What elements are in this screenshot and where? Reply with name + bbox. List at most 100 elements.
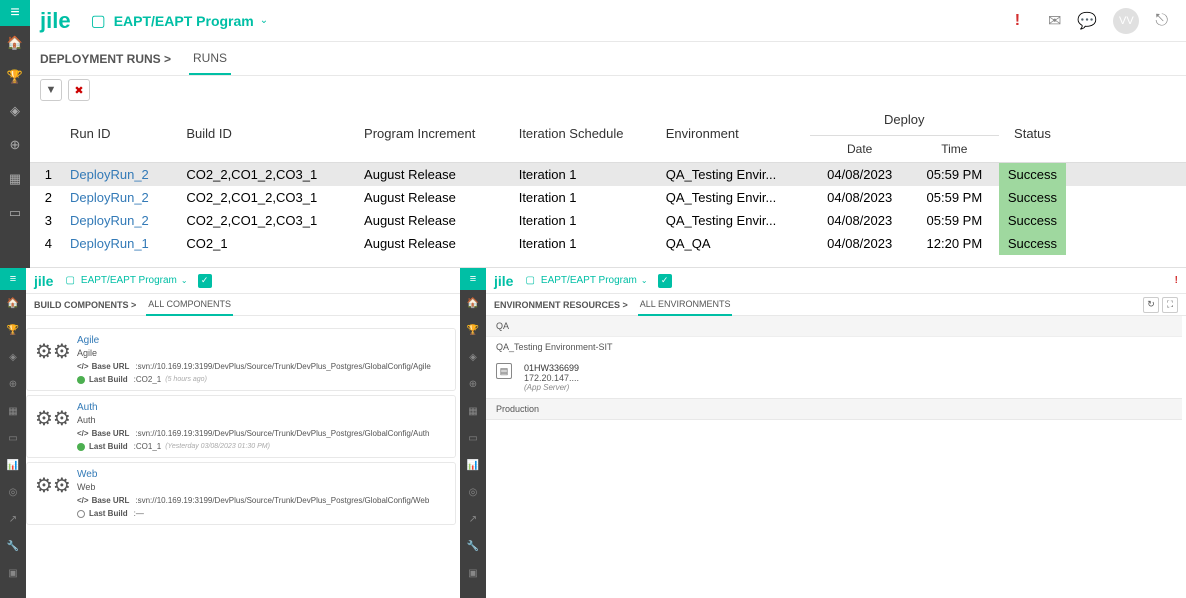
globe-icon[interactable]: ⊕ [460,371,486,398]
resource-type: (App Server) [524,383,1172,392]
board-icon[interactable]: ▢ [525,275,534,286]
calendar-icon[interactable]: ▦ [460,398,486,425]
board-icon[interactable]: ▢ [65,275,74,286]
col-time[interactable]: Time [910,136,999,163]
chart-icon[interactable]: 📊 [460,452,486,479]
run-link[interactable]: DeployRun_2 [60,186,176,209]
device-icon[interactable]: ▭ [0,425,26,452]
folder-icon[interactable]: ▣ [460,560,486,587]
status-ok-icon [77,443,85,451]
chat-icon[interactable]: 💬 [1077,11,1097,31]
component-sub: Web [77,482,447,492]
deployment-runs-grid: Run ID Build ID Program Increment Iterat… [30,104,1186,255]
col-iteration[interactable]: Iteration Schedule [509,104,656,163]
chevron-down-icon[interactable]: ⌄ [181,276,188,285]
refresh-icon[interactable]: ↻ [1143,297,1159,313]
component-name[interactable]: Web [77,469,447,480]
rocket-icon[interactable]: ↗ [460,506,486,533]
hamburger-icon[interactable]: ≡ [0,268,26,290]
table-row[interactable]: 1 DeployRun_2 CO2_2,CO1_2,CO3_1 August R… [30,163,1186,187]
home-icon[interactable]: 🏠 [0,290,26,317]
chevron-down-icon[interactable]: ⌄ [641,276,648,285]
component-card[interactable]: ⚙⚙ Agile Agile </>Base URL : svn://10.16… [26,328,456,391]
table-row[interactable]: 2 DeployRun_2 CO2_2,CO1_2,CO3_1 August R… [30,186,1186,209]
breadcrumb[interactable]: DEPLOYMENT RUNS > [40,52,171,66]
bl-sidebar: ≡ 🏠 🏆 ◈ ⊕ ▦ ▭ 📊 ◎ ↗ 🔧 ▣ [0,268,26,598]
alert-icon[interactable]: ! [1015,12,1020,30]
env-group-header[interactable]: Production [486,399,1182,419]
home-icon[interactable]: 🏠 [460,290,486,317]
check-icon[interactable]: ✓ [198,274,212,288]
key-icon[interactable]: 🔧 [0,533,26,560]
globe-icon[interactable]: ⊕ [0,371,26,398]
col-build-id[interactable]: Build ID [176,104,354,163]
run-link[interactable]: DeployRun_1 [60,232,176,255]
logout-icon[interactable]: ⎋ [1155,12,1168,30]
status-badge: Success [999,186,1066,209]
globe-icon[interactable]: ⊕ [0,128,30,162]
top-header: jile ▢ EAPT/EAPT Program ⌄ ! ✉ 💬 VV ⎋ [30,0,1186,42]
table-row[interactable]: 4 DeployRun_1 CO2_1 August Release Itera… [30,232,1186,255]
board-icon[interactable]: ▢ [91,11,106,31]
env-resource[interactable]: ▤ 01HW336699 172.20.147.... (App Server) [486,357,1182,398]
run-link[interactable]: DeployRun_2 [60,163,176,187]
expand-icon[interactable]: ⛶ [1162,297,1178,313]
folder-icon[interactable]: ▣ [0,560,26,587]
layers-icon[interactable]: ◈ [0,344,26,371]
run-link[interactable]: DeployRun_2 [60,209,176,232]
calendar-icon[interactable]: ▦ [0,398,26,425]
col-environment[interactable]: Environment [656,104,810,163]
hamburger-icon[interactable]: ≡ [0,0,30,26]
env-section-production[interactable]: Production [486,399,1182,420]
component-name[interactable]: Agile [77,335,447,346]
status-pending-icon [77,510,85,518]
layers-icon[interactable]: ◈ [460,344,486,371]
env-section-qa[interactable]: QA QA_Testing Environment-SIT ▤ 01HW3366… [486,316,1182,399]
tab-all-environments[interactable]: ALL ENVIRONMENTS [638,294,733,316]
chevron-down-icon[interactable]: ⌄ [260,15,268,26]
hamburger-icon[interactable]: ≡ [460,268,486,290]
target-icon[interactable]: ◎ [460,479,486,506]
main-sidebar: ≡ 🏠 🏆 ◈ ⊕ ▦ ▭ [0,0,30,268]
device-icon[interactable]: ▭ [0,196,30,230]
device-icon[interactable]: ▭ [460,425,486,452]
col-prog-inc[interactable]: Program Increment [354,104,509,163]
alert-icon[interactable]: ! [1175,275,1178,286]
filter-button[interactable]: ▼ [40,79,62,101]
col-date[interactable]: Date [810,136,910,163]
home-icon[interactable]: 🏠 [0,26,30,60]
component-name[interactable]: Auth [77,402,447,413]
rocket-icon[interactable]: ↗ [0,506,26,533]
trophy-icon[interactable]: 🏆 [460,317,486,344]
tab-all-components[interactable]: ALL COMPONENTS [146,294,233,316]
program-selector[interactable]: EAPT/EAPT Program [541,275,637,286]
program-selector[interactable]: EAPT/EAPT Program [114,13,254,29]
env-group-header[interactable]: QA [486,316,1182,336]
gears-icon: ⚙⚙ [35,473,71,498]
avatar[interactable]: VV [1113,8,1139,34]
col-status[interactable]: Status [999,104,1066,163]
chart-icon[interactable]: 📊 [0,452,26,479]
component-sub: Agile [77,348,447,358]
col-deploy-group: Deploy [810,104,999,136]
program-selector[interactable]: EAPT/EAPT Program [81,275,177,286]
trophy-icon[interactable]: 🏆 [0,317,26,344]
component-card[interactable]: ⚙⚙ Auth Auth </>Base URL : svn://10.169.… [26,395,456,458]
breadcrumb[interactable]: ENVIRONMENT RESOURCES > [494,300,628,310]
breadcrumb[interactable]: BUILD COMPONENTS > [34,300,136,310]
code-icon: </> [77,429,89,438]
col-run-id[interactable]: Run ID [60,104,176,163]
env-name[interactable]: QA_Testing Environment-SIT [486,336,1182,357]
inbox-icon[interactable]: ✉ [1048,11,1061,31]
target-icon[interactable]: ◎ [0,479,26,506]
check-icon[interactable]: ✓ [658,274,672,288]
key-icon[interactable]: 🔧 [460,533,486,560]
calendar-icon[interactable]: ▦ [0,162,30,196]
trophy-icon[interactable]: 🏆 [0,60,30,94]
resource-ip: 172.20.147.... [524,373,1172,383]
component-card[interactable]: ⚙⚙ Web Web </>Base URL : svn://10.169.19… [26,462,456,525]
tab-runs[interactable]: RUNS [189,43,231,75]
table-row[interactable]: 3 DeployRun_2 CO2_2,CO1_2,CO3_1 August R… [30,209,1186,232]
layers-icon[interactable]: ◈ [0,94,30,128]
clear-filter-button[interactable]: ✖ [68,79,90,101]
